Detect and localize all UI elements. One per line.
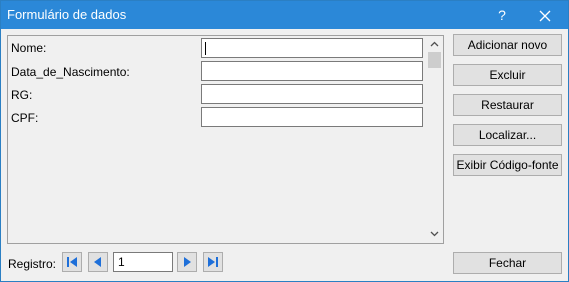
form-panel: Nome: Data_de_Nascimento: RG: CPF:: [7, 35, 444, 244]
record-label: Registro:: [8, 257, 57, 271]
last-record-icon: [208, 257, 218, 267]
scroll-down-button[interactable]: [426, 226, 443, 243]
data-form-dialog: Formulário de dados ? Nome: Data_de_Nasc…: [0, 0, 569, 282]
previous-record-button[interactable]: [88, 252, 108, 272]
help-button[interactable]: ?: [479, 1, 525, 29]
text-caret: [205, 42, 206, 55]
close-button[interactable]: Fechar: [453, 252, 562, 274]
data-nascimento-input[interactable]: [201, 61, 423, 81]
scroll-up-button[interactable]: [426, 36, 443, 53]
field-label-nome: Nome:: [11, 41, 47, 55]
next-record-icon: [184, 257, 191, 267]
record-number-input[interactable]: 1: [113, 252, 173, 272]
find-button[interactable]: Localizar...: [453, 124, 562, 146]
chevron-up-icon: [430, 41, 439, 47]
title-bar[interactable]: Formulário de dados ?: [1, 1, 568, 29]
delete-button[interactable]: Excluir: [453, 64, 562, 86]
next-record-button[interactable]: [177, 252, 197, 272]
close-icon: [539, 10, 551, 22]
chevron-down-icon: [430, 231, 439, 237]
first-record-icon: [67, 257, 77, 267]
add-new-button[interactable]: Adicionar novo: [453, 34, 562, 56]
field-label-data-nascimento: Data_de_Nascimento:: [11, 65, 130, 79]
field-label-rg: RG:: [11, 88, 33, 102]
last-record-button[interactable]: [203, 252, 223, 272]
restore-button[interactable]: Restaurar: [453, 94, 562, 116]
window-title: Formulário de dados: [7, 7, 127, 22]
vertical-scrollbar[interactable]: [426, 36, 443, 243]
nome-input[interactable]: [201, 38, 423, 58]
view-source-code-button[interactable]: Exibir Código-fonte: [453, 154, 562, 176]
first-record-button[interactable]: [62, 252, 82, 272]
cpf-input[interactable]: [201, 107, 423, 127]
rg-input[interactable]: [201, 84, 423, 104]
close-window-button[interactable]: [522, 1, 568, 29]
field-label-cpf: CPF:: [11, 111, 39, 125]
previous-record-icon: [94, 257, 101, 267]
scroll-thumb[interactable]: [428, 52, 441, 68]
